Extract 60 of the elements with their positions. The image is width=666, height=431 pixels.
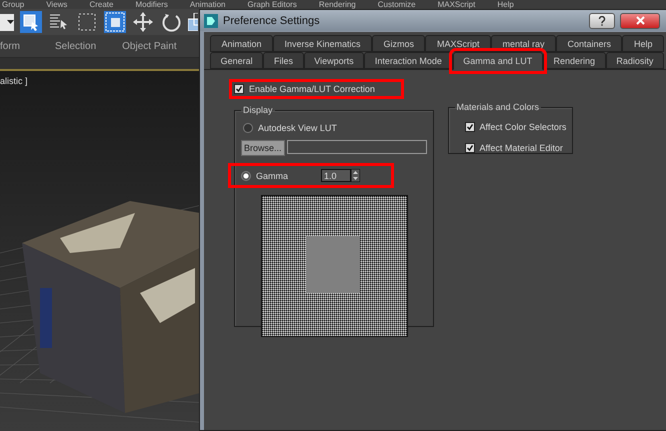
radio-label: Autodesk View LUT: [258, 123, 337, 133]
app-logo-icon: [204, 14, 218, 28]
rectangle-selection-icon: [76, 11, 98, 33]
settings-tab[interactable]: Files: [263, 52, 304, 69]
menu-item[interactable]: Animation: [190, 1, 226, 9]
radio-button[interactable]: [243, 123, 253, 133]
rectangle-selection-tool[interactable]: [76, 11, 98, 33]
group-title: Materials and Colors: [456, 102, 540, 112]
window-crossing-tool[interactable]: [104, 11, 126, 33]
close-icon: [636, 16, 644, 25]
settings-tab[interactable]: Help: [622, 35, 664, 52]
move-tool[interactable]: [132, 11, 154, 33]
spinner-arrows-icon[interactable]: [351, 169, 360, 182]
menu-item[interactable]: Views: [46, 1, 68, 9]
settings-tab[interactable]: Containers: [556, 35, 622, 52]
settings-tab[interactable]: Radiosity: [606, 52, 664, 69]
menu-item[interactable]: Customize: [378, 1, 416, 9]
menu-item[interactable]: Graph Editors: [247, 1, 297, 9]
settings-tab[interactable]: General: [210, 52, 264, 69]
browse-button[interactable]: Browse...: [241, 140, 285, 156]
checkbox[interactable]: [234, 84, 244, 94]
menu-item[interactable]: Rendering: [318, 1, 356, 9]
dropdown[interactable]: [0, 14, 14, 30]
viewport-label[interactable]: alistic ]: [0, 76, 28, 86]
settings-tab[interactable]: MAXScript: [425, 35, 491, 52]
radio-label: Gamma: [256, 170, 288, 180]
question-mark-icon: [598, 16, 606, 26]
help-button[interactable]: [589, 12, 615, 28]
close-button[interactable]: [620, 12, 660, 28]
menu-item[interactable]: Group: [2, 1, 24, 9]
settings-tab[interactable]: Interaction Mode: [364, 52, 453, 69]
checkbox[interactable]: [464, 122, 475, 132]
menu-item[interactable]: MAXScript: [438, 1, 476, 9]
menu-item[interactable]: Create: [89, 1, 114, 9]
menu-item[interactable]: Help: [497, 1, 514, 9]
checkbox[interactable]: [464, 143, 475, 153]
scale-tool[interactable]: [188, 11, 198, 33]
checkbox-label: Affect Material Editor: [480, 143, 563, 153]
settings-tab[interactable]: Inverse Kinematics: [273, 35, 372, 52]
settings-tab[interactable]: Gizmos: [372, 35, 426, 52]
rotate-tool[interactable]: [160, 11, 182, 33]
lut-path-field[interactable]: [286, 140, 427, 154]
ribbon-tab[interactable]: Selection: [55, 40, 96, 52]
checkbox-label: Enable Gamma/LUT Correction: [249, 84, 375, 94]
rotate-icon: [160, 11, 182, 33]
ribbon-tab[interactable]: form: [0, 40, 20, 52]
group-title: Display: [242, 105, 274, 115]
menu-item[interactable]: Modifiers: [135, 1, 168, 9]
settings-tab[interactable]: Viewports: [304, 52, 364, 69]
radio-button[interactable]: [241, 170, 251, 180]
ribbon-tab[interactable]: Object Paint: [122, 40, 177, 52]
move-icon: [132, 11, 154, 33]
window-crossing-icon: [104, 11, 126, 33]
caret-icon: [7, 20, 14, 24]
scale-icon: [188, 13, 198, 31]
settings-tab[interactable]: Rendering: [542, 52, 606, 69]
window-title: Preference Settings: [223, 14, 321, 26]
select-object-tool[interactable]: [20, 11, 42, 33]
checkbox-label: Affect Color Selectors: [480, 122, 566, 132]
settings-tab[interactable]: Animation: [210, 35, 273, 52]
